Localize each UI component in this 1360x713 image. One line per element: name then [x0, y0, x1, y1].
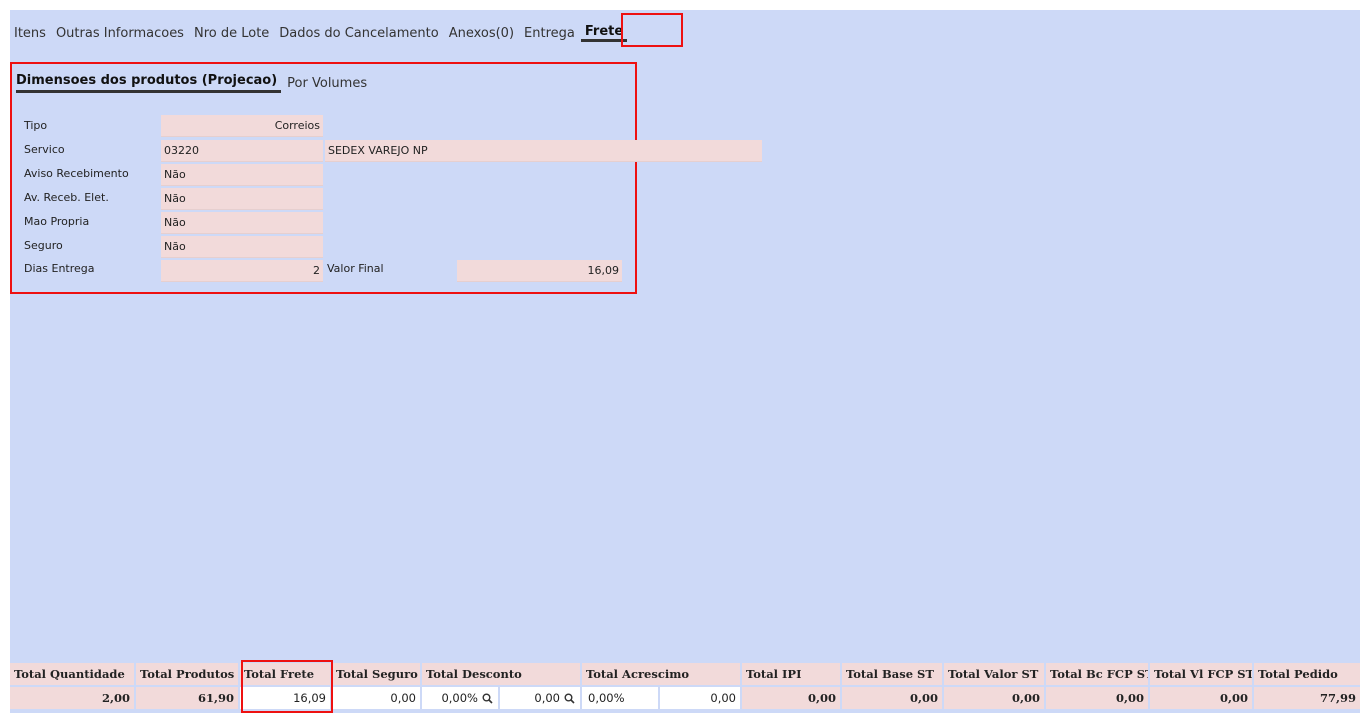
tab-anexos[interactable]: Anexos(0)	[445, 26, 518, 41]
total-ipi-header: Total IPI	[742, 663, 842, 685]
total-base-st-value: 0,00	[842, 687, 944, 709]
total-valor-st-header: Total Valor ST	[944, 663, 1046, 685]
total-bc-fcp-st-value: 0,00	[1046, 687, 1150, 709]
total-pedido-header: Total Pedido	[1254, 663, 1360, 685]
total-ipi-value: 0,00	[742, 687, 842, 709]
total-desconto-val-value: 0,00	[534, 691, 560, 705]
magnifier-icon[interactable]	[482, 692, 494, 704]
total-seguro-value[interactable]: 0,00	[332, 687, 422, 709]
tab-entrega[interactable]: Entrega	[520, 26, 579, 41]
av-receb-elet-field[interactable]: Não	[161, 188, 323, 210]
av-receb-elet-label: Av. Receb. Elet.	[24, 191, 109, 204]
main-panel: Itens Outras Informacoes Nro de Lote Dad…	[10, 10, 1360, 713]
total-frete-header: Total Frete	[240, 663, 332, 685]
total-desconto-pct-value: 0,00%	[441, 691, 478, 705]
servico-label: Servico	[24, 143, 65, 156]
servico-description-field[interactable]: SEDEX VAREJO NP	[325, 140, 762, 162]
mao-propria-field[interactable]: Não	[161, 212, 323, 234]
aviso-recebimento-label: Aviso Recebimento	[24, 167, 129, 180]
seguro-label: Seguro	[24, 239, 63, 252]
total-produtos-value: 61,90	[136, 687, 240, 709]
subtab-bar: Dimensoes dos produtos (Projecao) Por Vo…	[16, 73, 377, 93]
dias-entrega-field[interactable]: 2	[161, 260, 323, 282]
dias-entrega-label: Dias Entrega	[24, 262, 95, 275]
total-bc-fcp-st-header: Total Bc FCP ST	[1046, 663, 1150, 685]
tab-dados-do-cancelamento[interactable]: Dados do Cancelamento	[275, 26, 442, 41]
total-desconto-header: Total Desconto	[422, 663, 582, 685]
total-frete-value[interactable]: 16,09	[240, 687, 332, 709]
servico-code-field[interactable]: 03220	[161, 140, 323, 162]
total-desconto-pct-field[interactable]: 0,00%	[422, 687, 500, 709]
valor-final-field[interactable]: 16,09	[457, 260, 622, 282]
tab-bar: Itens Outras Informacoes Nro de Lote Dad…	[10, 23, 629, 43]
total-seguro-header: Total Seguro	[332, 663, 422, 685]
total-acrescimo-header: Total Acrescimo	[582, 663, 742, 685]
aviso-recebimento-field[interactable]: Não	[161, 164, 323, 186]
subtab-dimensoes[interactable]: Dimensoes dos produtos (Projecao)	[16, 73, 282, 93]
total-produtos-header: Total Produtos	[136, 663, 240, 685]
tipo-field[interactable]: Correios	[161, 115, 323, 137]
total-desconto-val-field[interactable]: 0,00	[500, 687, 582, 709]
mao-propria-label: Mao Propria	[24, 215, 90, 228]
tab-nro-de-lote[interactable]: Nro de Lote	[190, 26, 273, 41]
total-vl-fcp-st-header: Total Vl FCP ST	[1150, 663, 1254, 685]
tab-frete[interactable]: Frete	[580, 24, 628, 42]
magnifier-icon[interactable]	[564, 692, 576, 704]
totals-header-row: Total Quantidade Total Produtos Total Fr…	[10, 663, 1360, 685]
total-valor-st-value: 0,00	[944, 687, 1046, 709]
total-pedido-value: 77,99	[1254, 687, 1360, 709]
totals-value-row: 2,00 61,90 16,09 0,00 0,00% 0,00 0,00% 0…	[10, 687, 1360, 709]
valor-final-label: Valor Final	[327, 262, 384, 275]
total-base-st-header: Total Base ST	[842, 663, 944, 685]
total-acrescimo-pct-value[interactable]: 0,00%	[582, 687, 660, 709]
total-acrescimo-val-value[interactable]: 0,00	[660, 687, 742, 709]
tipo-label: Tipo	[24, 119, 48, 132]
total-quantidade-header: Total Quantidade	[10, 663, 136, 685]
seguro-field[interactable]: Não	[161, 236, 323, 258]
subtab-por-volumes[interactable]: Por Volumes	[287, 76, 371, 93]
frete-tab-highlight	[621, 13, 683, 47]
total-quantidade-value: 2,00	[10, 687, 136, 709]
total-vl-fcp-st-value: 0,00	[1150, 687, 1254, 709]
tab-itens[interactable]: Itens	[10, 26, 50, 41]
tab-outras-informacoes[interactable]: Outras Informacoes	[52, 26, 188, 41]
